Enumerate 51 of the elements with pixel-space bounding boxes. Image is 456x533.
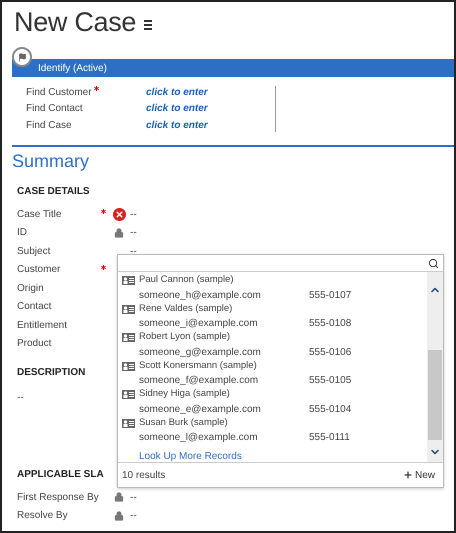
field-label: Subject [17, 246, 52, 257]
field-label: Resolve By [17, 510, 69, 522]
field-value[interactable]: -- [130, 208, 137, 220]
plus-icon [402, 470, 413, 480]
lookup-result[interactable]: Paul Cannon (sample) someone_h@example.com 555-0107 [122, 274, 427, 302]
field-label: Origin [17, 282, 45, 294]
field-value[interactable]: -- [130, 510, 137, 522]
section-heading: CASE DETAILS [17, 186, 90, 197]
field-label: ID [17, 227, 28, 238]
section-heading: APPLICABLE SLA [17, 469, 104, 480]
field-value[interactable]: click to enter [146, 87, 208, 98]
field-label: Contact [17, 301, 52, 312]
field-label: Find Contact [26, 103, 83, 114]
results-count: 10 results [122, 470, 166, 480]
section-heading: DESCRIPTION [17, 367, 86, 378]
field-label: Product [17, 338, 52, 350]
scrollbar[interactable] [427, 272, 443, 462]
contact-card-icon [122, 390, 135, 399]
field-value[interactable]: -- [130, 227, 137, 238]
lookup-result[interactable]: Scott Konersmann (sample) someone_f@example.com 555-0105 [122, 360, 427, 388]
lookup-result[interactable]: Susan Burk (sample) someone_l@example.com 555-0111 [122, 416, 427, 445]
field-value[interactable]: -- [130, 492, 137, 503]
flag-icon[interactable] [12, 47, 32, 67]
error-icon [112, 208, 126, 221]
field-label: Entitlement [17, 320, 68, 331]
field-label: Find Customer [26, 87, 92, 98]
lock-icon [114, 492, 124, 502]
field-value[interactable]: -- [130, 246, 137, 257]
field-label: First Response By [17, 492, 99, 503]
field-label: Customer [17, 264, 62, 276]
lookup-result[interactable]: Sidney Higa (sample) someone_e@example.com 555-0104 [122, 388, 427, 416]
contact-card-icon [122, 276, 135, 285]
process-stage-bar[interactable]: Identify (Active) [12, 59, 454, 77]
look-up-more-link[interactable]: Look Up More Records [139, 451, 427, 462]
lookup-result[interactable]: Robert Lyon (sample) someone_g@example.com 555-0106 [122, 331, 427, 360]
contact-card-icon [122, 418, 135, 428]
contact-card-icon [122, 304, 135, 314]
search-icon[interactable] [428, 258, 439, 268]
field-value[interactable]: click to enter [146, 103, 208, 114]
field-label: Case Title [17, 208, 62, 220]
field-label: Find Case [26, 120, 72, 131]
lock-icon [114, 510, 124, 521]
new-button[interactable]: New [402, 470, 435, 480]
field-value[interactable]: click to enter [146, 120, 208, 131]
menu-icon[interactable] [144, 20, 152, 30]
lock-icon [114, 228, 124, 238]
page-title: New Case [14, 6, 136, 38]
section-title: Summary [12, 151, 90, 172]
contact-card-icon [122, 333, 135, 342]
lookup-result[interactable]: Rene Valdes (sample) someone_i@example.com 555-0108 [122, 302, 427, 331]
contact-card-icon [122, 362, 135, 370]
